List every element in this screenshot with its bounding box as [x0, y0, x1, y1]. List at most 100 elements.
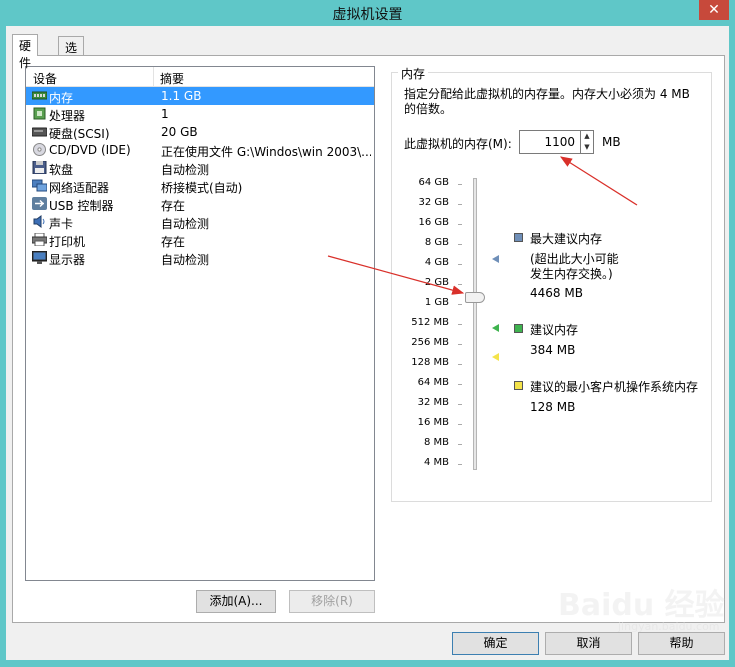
- spin-down-icon[interactable]: ▼: [581, 142, 593, 153]
- device-name: 硬盘(SCSI): [49, 127, 110, 141]
- device-summary: 自动检测: [161, 163, 210, 177]
- title-bar: 虚拟机设置 ✕: [0, 0, 735, 26]
- slider-tick: [458, 404, 462, 405]
- add-device-button[interactable]: 添加(A)...: [196, 590, 276, 613]
- hardware-panel: 设备 摘要 内存 1.1 GB 处理器 1 硬盘(SCSI) 20 GB CD/…: [12, 55, 725, 623]
- baidu-watermark: Baidu 经验 jingyan.baidu.com: [558, 580, 733, 640]
- slider-tick: [458, 224, 462, 225]
- close-button[interactable]: ✕: [699, 0, 729, 20]
- spin-up-icon[interactable]: ▲: [581, 131, 593, 142]
- memory-group: 内存 指定分配给此虚拟机的内存量。内存大小必须为 4 MB 的倍数。 此虚拟机的…: [391, 65, 712, 502]
- max-legend-value: 4468 MB: [530, 286, 583, 300]
- tab-options[interactable]: 选项: [58, 36, 85, 72]
- recommended-legend-title: 建议内存: [530, 323, 579, 337]
- device-name: 显示器: [49, 253, 86, 267]
- device-summary: 桥接模式(自动): [161, 181, 243, 195]
- window-title: 虚拟机设置: [332, 7, 403, 23]
- slider-tick: [458, 344, 462, 345]
- list-item-sound-card[interactable]: 声卡 自动检测: [26, 213, 374, 231]
- memory-size-input[interactable]: 1100: [519, 130, 581, 154]
- list-item-hard-disk[interactable]: 硬盘(SCSI) 20 GB: [26, 123, 374, 141]
- slider-tick-label: 4 GB: [424, 257, 449, 268]
- slider-tick: [458, 384, 462, 385]
- slider-tick-label: 1 GB: [424, 297, 449, 308]
- slider-tick-label: 2 GB: [424, 277, 449, 288]
- device-name: 处理器: [49, 109, 86, 123]
- device-list[interactable]: 设备 摘要 内存 1.1 GB 处理器 1 硬盘(SCSI) 20 GB CD/…: [25, 66, 375, 581]
- device-name: CD/DVD (IDE): [49, 143, 131, 157]
- memory-slider-track[interactable]: [473, 178, 477, 470]
- list-item-network-adapter[interactable]: 网络适配器 桥接模式(自动): [26, 177, 374, 195]
- slider-tick-label: 64 MB: [417, 377, 449, 388]
- cd-dvd-icon: [33, 143, 46, 156]
- slider-tick: [458, 364, 462, 365]
- list-item-display[interactable]: 显示器 自动检测: [26, 249, 374, 267]
- device-name: 内存: [49, 91, 74, 105]
- slider-tick-label: 8 MB: [423, 437, 449, 448]
- memory-spinner[interactable]: ▲ ▼: [581, 130, 594, 154]
- slider-tick: [458, 304, 462, 305]
- watermark-brand: Baidu 经验: [558, 588, 725, 623]
- list-item-memory[interactable]: 内存 1.1 GB: [26, 87, 374, 105]
- memory-icon: [32, 91, 47, 100]
- slider-tick-label: 256 MB: [411, 337, 449, 348]
- device-summary: 1.1 GB: [161, 89, 202, 103]
- max-legend-swatch-icon: [514, 233, 523, 242]
- slider-tick: [458, 464, 462, 465]
- slider-tick-label: 32 GB: [418, 197, 449, 208]
- column-header-device[interactable]: 设备: [33, 70, 57, 87]
- display-icon: [32, 251, 47, 264]
- list-item-cd-dvd[interactable]: CD/DVD (IDE) 正在使用文件 G:\Windos\win 2003\.…: [26, 141, 374, 159]
- slider-tick: [458, 424, 462, 425]
- list-item-usb-controller[interactable]: USB 控制器 存在: [26, 195, 374, 213]
- list-header: 设备 摘要: [26, 67, 374, 87]
- slider-tick: [458, 264, 462, 265]
- list-item-processor[interactable]: 处理器 1: [26, 105, 374, 123]
- memory-description: 指定分配给此虚拟机的内存量。内存大小必须为 4 MB 的倍数。: [404, 87, 690, 116]
- device-name: 打印机: [49, 235, 86, 249]
- slider-tick: [458, 324, 462, 325]
- ok-button[interactable]: 确定: [452, 632, 539, 655]
- slider-tick-label: 32 MB: [417, 397, 449, 408]
- slider-tick-label: 8 GB: [424, 237, 449, 248]
- slider-tick-label: 128 MB: [411, 357, 449, 368]
- min-recommended-marker-icon: [492, 353, 499, 361]
- hard-disk-icon: [32, 127, 47, 137]
- slider-tick-label: 512 MB: [411, 317, 449, 328]
- device-summary: 1: [161, 107, 169, 121]
- slider-tick: [458, 244, 462, 245]
- device-name: 网络适配器: [49, 181, 110, 195]
- min-legend-value: 128 MB: [530, 400, 576, 414]
- processor-icon: [33, 107, 46, 120]
- slider-tick-label: 16 GB: [418, 217, 449, 228]
- watermark-url: jingyan.baidu.com: [618, 620, 720, 633]
- device-summary: 正在使用文件 G:\Windos\win 2003\...: [161, 145, 371, 159]
- recommended-marker-icon: [492, 324, 499, 332]
- column-divider[interactable]: [153, 67, 154, 87]
- printer-icon: [32, 233, 47, 246]
- slider-tick: [458, 184, 462, 185]
- device-summary: 存在: [161, 235, 186, 249]
- device-name: 软盘: [49, 163, 74, 177]
- network-icon: [32, 179, 47, 192]
- max-legend-note: 发生内存交换。): [530, 267, 613, 281]
- usb-icon: [32, 197, 47, 210]
- slider-tick-label: 64 GB: [418, 177, 449, 188]
- slider-tick: [458, 444, 462, 445]
- memory-group-title: 内存: [398, 65, 429, 82]
- memory-slider-thumb[interactable]: [465, 292, 485, 303]
- device-name: 声卡: [49, 217, 74, 231]
- sound-icon: [33, 215, 45, 228]
- min-legend-title: 建议的最小客户机操作系统内存: [530, 380, 699, 394]
- remove-device-button[interactable]: 移除(R): [289, 590, 375, 613]
- tab-hardware[interactable]: 硬件: [12, 34, 39, 70]
- memory-size-label: 此虚拟机的内存(M):: [404, 137, 512, 151]
- floppy-icon: [32, 161, 47, 174]
- device-summary: 存在: [161, 199, 186, 213]
- column-header-summary[interactable]: 摘要: [160, 70, 184, 87]
- device-summary: 自动检测: [161, 217, 210, 231]
- device-summary: 自动检测: [161, 253, 210, 267]
- list-item-printer[interactable]: 打印机 存在: [26, 231, 374, 249]
- list-item-floppy[interactable]: 软盘 自动检测: [26, 159, 374, 177]
- memory-unit: MB: [602, 135, 621, 149]
